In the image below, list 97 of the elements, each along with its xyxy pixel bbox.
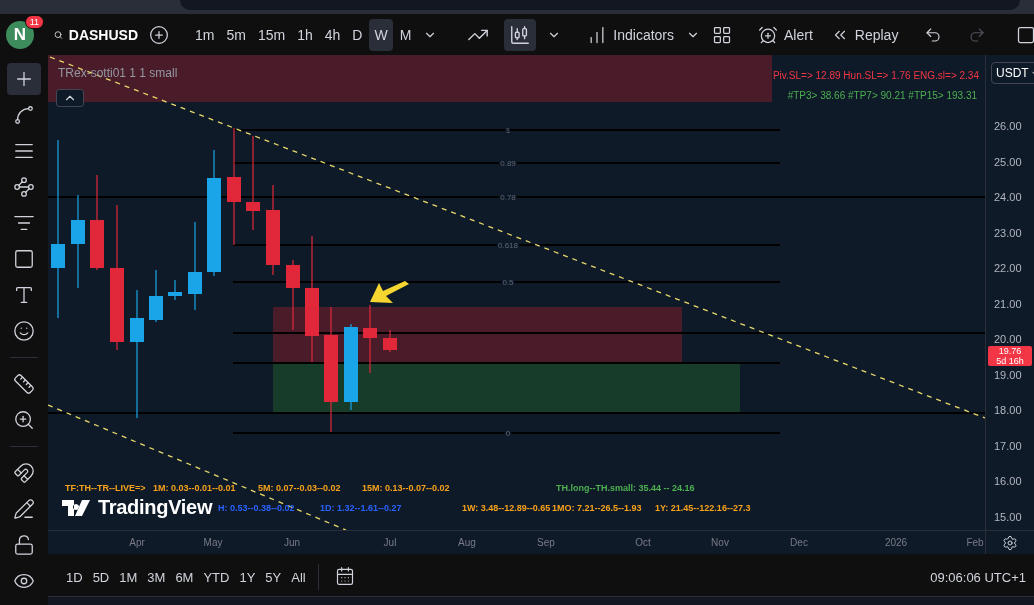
interval-button[interactable]: W — [369, 18, 393, 51]
price-tick: 22.00 — [994, 262, 1022, 274]
price-tick: 23.00 — [994, 226, 1022, 239]
price-tick: 19.00 — [994, 368, 1022, 381]
range-button[interactable]: 3M — [143, 563, 170, 591]
time-tick: Oct — [635, 537, 651, 548]
indicator-stat: TH.long--TH.small: 35.44 -- 24.16 — [556, 483, 695, 493]
watermark-logo-text: TradingView — [98, 496, 213, 519]
range-button[interactable]: 5D — [88, 563, 114, 591]
price-tick: 18.00 — [994, 404, 1022, 416]
interval-button[interactable]: D — [347, 18, 368, 51]
clock: 09:06:06 UTC+1 — [930, 569, 1026, 585]
calendar-icon — [334, 565, 355, 586]
fib-level-label: 0.618 — [498, 241, 518, 250]
price-tick: 20.00 — [994, 333, 1022, 345]
price-tick: 16.00 — [994, 475, 1022, 487]
settings-icon[interactable] — [1002, 534, 1018, 551]
fib-level-label: 0.89 — [500, 159, 516, 168]
interval-button[interactable]: 1h — [292, 18, 318, 51]
last-price: 19.76 — [998, 346, 1022, 356]
redo-icon — [968, 25, 987, 44]
time-tick: May — [203, 537, 223, 548]
price-tick: 21.00 — [994, 297, 1022, 310]
range-button[interactable]: 6M — [171, 563, 198, 591]
time-tick: Jul — [383, 537, 397, 548]
time-tick: Nov — [711, 537, 729, 548]
magnet-icon — [13, 462, 35, 484]
fib-level-label: 1 — [505, 126, 511, 135]
indicator-stat: 1MO: 7.21--26.5--1.93 — [552, 503, 642, 513]
crosshair-tool-button[interactable] — [7, 63, 41, 95]
indicators-button[interactable]: Indicators — [582, 18, 679, 51]
indicator-stat: 1W: 3.48--12.89--0.65 — [462, 503, 551, 513]
replay-button[interactable]: Replay — [825, 18, 904, 51]
range-button[interactable]: YTD — [199, 563, 234, 591]
price-tick: 15.00 — [994, 510, 1022, 523]
range-button[interactable]: 5Y — [261, 563, 286, 591]
candle — [286, 259, 300, 331]
stop-loss-info: Piv.SL=> 12.89 Hun.SL=> 1.76 ENG.sl=> 2.34 — [772, 70, 979, 81]
symbol-search-button[interactable]: DASHUSD — [50, 26, 142, 43]
alert-button[interactable]: Alert — [753, 18, 818, 51]
arrow-drawing — [370, 281, 409, 303]
bar-countdown: 5d 16h — [996, 356, 1024, 366]
indicator-stat: 1M: 0.03--0.01--0.01 — [153, 483, 236, 493]
interval-button[interactable]: 4h — [319, 18, 346, 51]
time-tick: 2026 — [884, 537, 908, 548]
time-tick: Sep — [537, 537, 555, 548]
time-tick: Jun — [283, 537, 301, 548]
range-button[interactable]: 1D — [62, 563, 87, 591]
time-tick: Apr — [129, 537, 145, 548]
grid-icon — [712, 24, 732, 45]
trend-line-icon — [13, 104, 35, 126]
fib-level-label: 0.5 — [502, 278, 514, 287]
price-tick: 17.00 — [994, 439, 1022, 452]
currency-button[interactable]: USDT — [991, 62, 1034, 84]
indicator-stat: 15M: 0.13--0.07--0.02 — [362, 483, 450, 493]
interval-button[interactable]: 5m — [221, 18, 251, 51]
price-tick: 25.00 — [994, 155, 1022, 168]
range-button[interactable]: 1M — [115, 563, 142, 591]
interval-button[interactable]: 15m — [252, 18, 291, 51]
alarm-clock-icon — [758, 24, 778, 45]
chart-type-button[interactable] — [504, 18, 537, 51]
interval-button[interactable]: 1m — [190, 18, 220, 51]
indicator-stat: 1D: 1.32--1.61--0.27 — [320, 503, 402, 513]
price-tick: 24.00 — [994, 191, 1022, 203]
add-icon — [149, 24, 169, 45]
candle — [383, 329, 397, 353]
pencil-icon — [13, 498, 35, 520]
ruler-icon — [13, 373, 35, 395]
range-button[interactable]: All — [287, 563, 310, 591]
fib-level-label: 0.78 — [500, 193, 516, 202]
indicator-legend: TRex-sotti01 1 1 small — [58, 66, 178, 80]
candle — [363, 304, 377, 374]
emoji-icon — [13, 320, 35, 342]
rectangle-icon — [13, 248, 35, 270]
indicator-stat: 5M: 0.07--0.03--0.02 — [258, 483, 341, 493]
indicator-stat: H: 0.53--0.38--0.02 — [218, 503, 295, 513]
indicator-stat: TF:TH--TR--LIVE=> — [65, 483, 146, 493]
range-button[interactable]: 1Y — [235, 563, 260, 591]
fib-level-label: 0 — [505, 429, 511, 438]
candlestick-icon — [509, 23, 532, 46]
candle — [168, 279, 182, 301]
lock-icon — [13, 534, 35, 556]
price-tick: 26.00 — [994, 120, 1022, 132]
notification-badge: 11 — [24, 14, 44, 29]
take-profit-info: #TP3> 38.66 #TP7> 90.21 #TP15> 193.31 — [787, 90, 977, 101]
undo-icon — [924, 25, 943, 44]
logo-icon — [62, 499, 92, 516]
time-tick: Aug — [458, 537, 476, 548]
time-tick: Feb — [966, 537, 984, 548]
time-tick: Dec — [790, 537, 808, 548]
text-icon — [13, 284, 35, 306]
zoom-icon — [13, 409, 35, 431]
interval-button[interactable]: M — [394, 18, 417, 51]
indicator-stat: 1Y: 21.45--122.16--27.3 — [655, 503, 751, 513]
collapse-button[interactable] — [56, 89, 84, 107]
candle — [149, 269, 163, 323]
pattern-icon — [13, 176, 35, 198]
